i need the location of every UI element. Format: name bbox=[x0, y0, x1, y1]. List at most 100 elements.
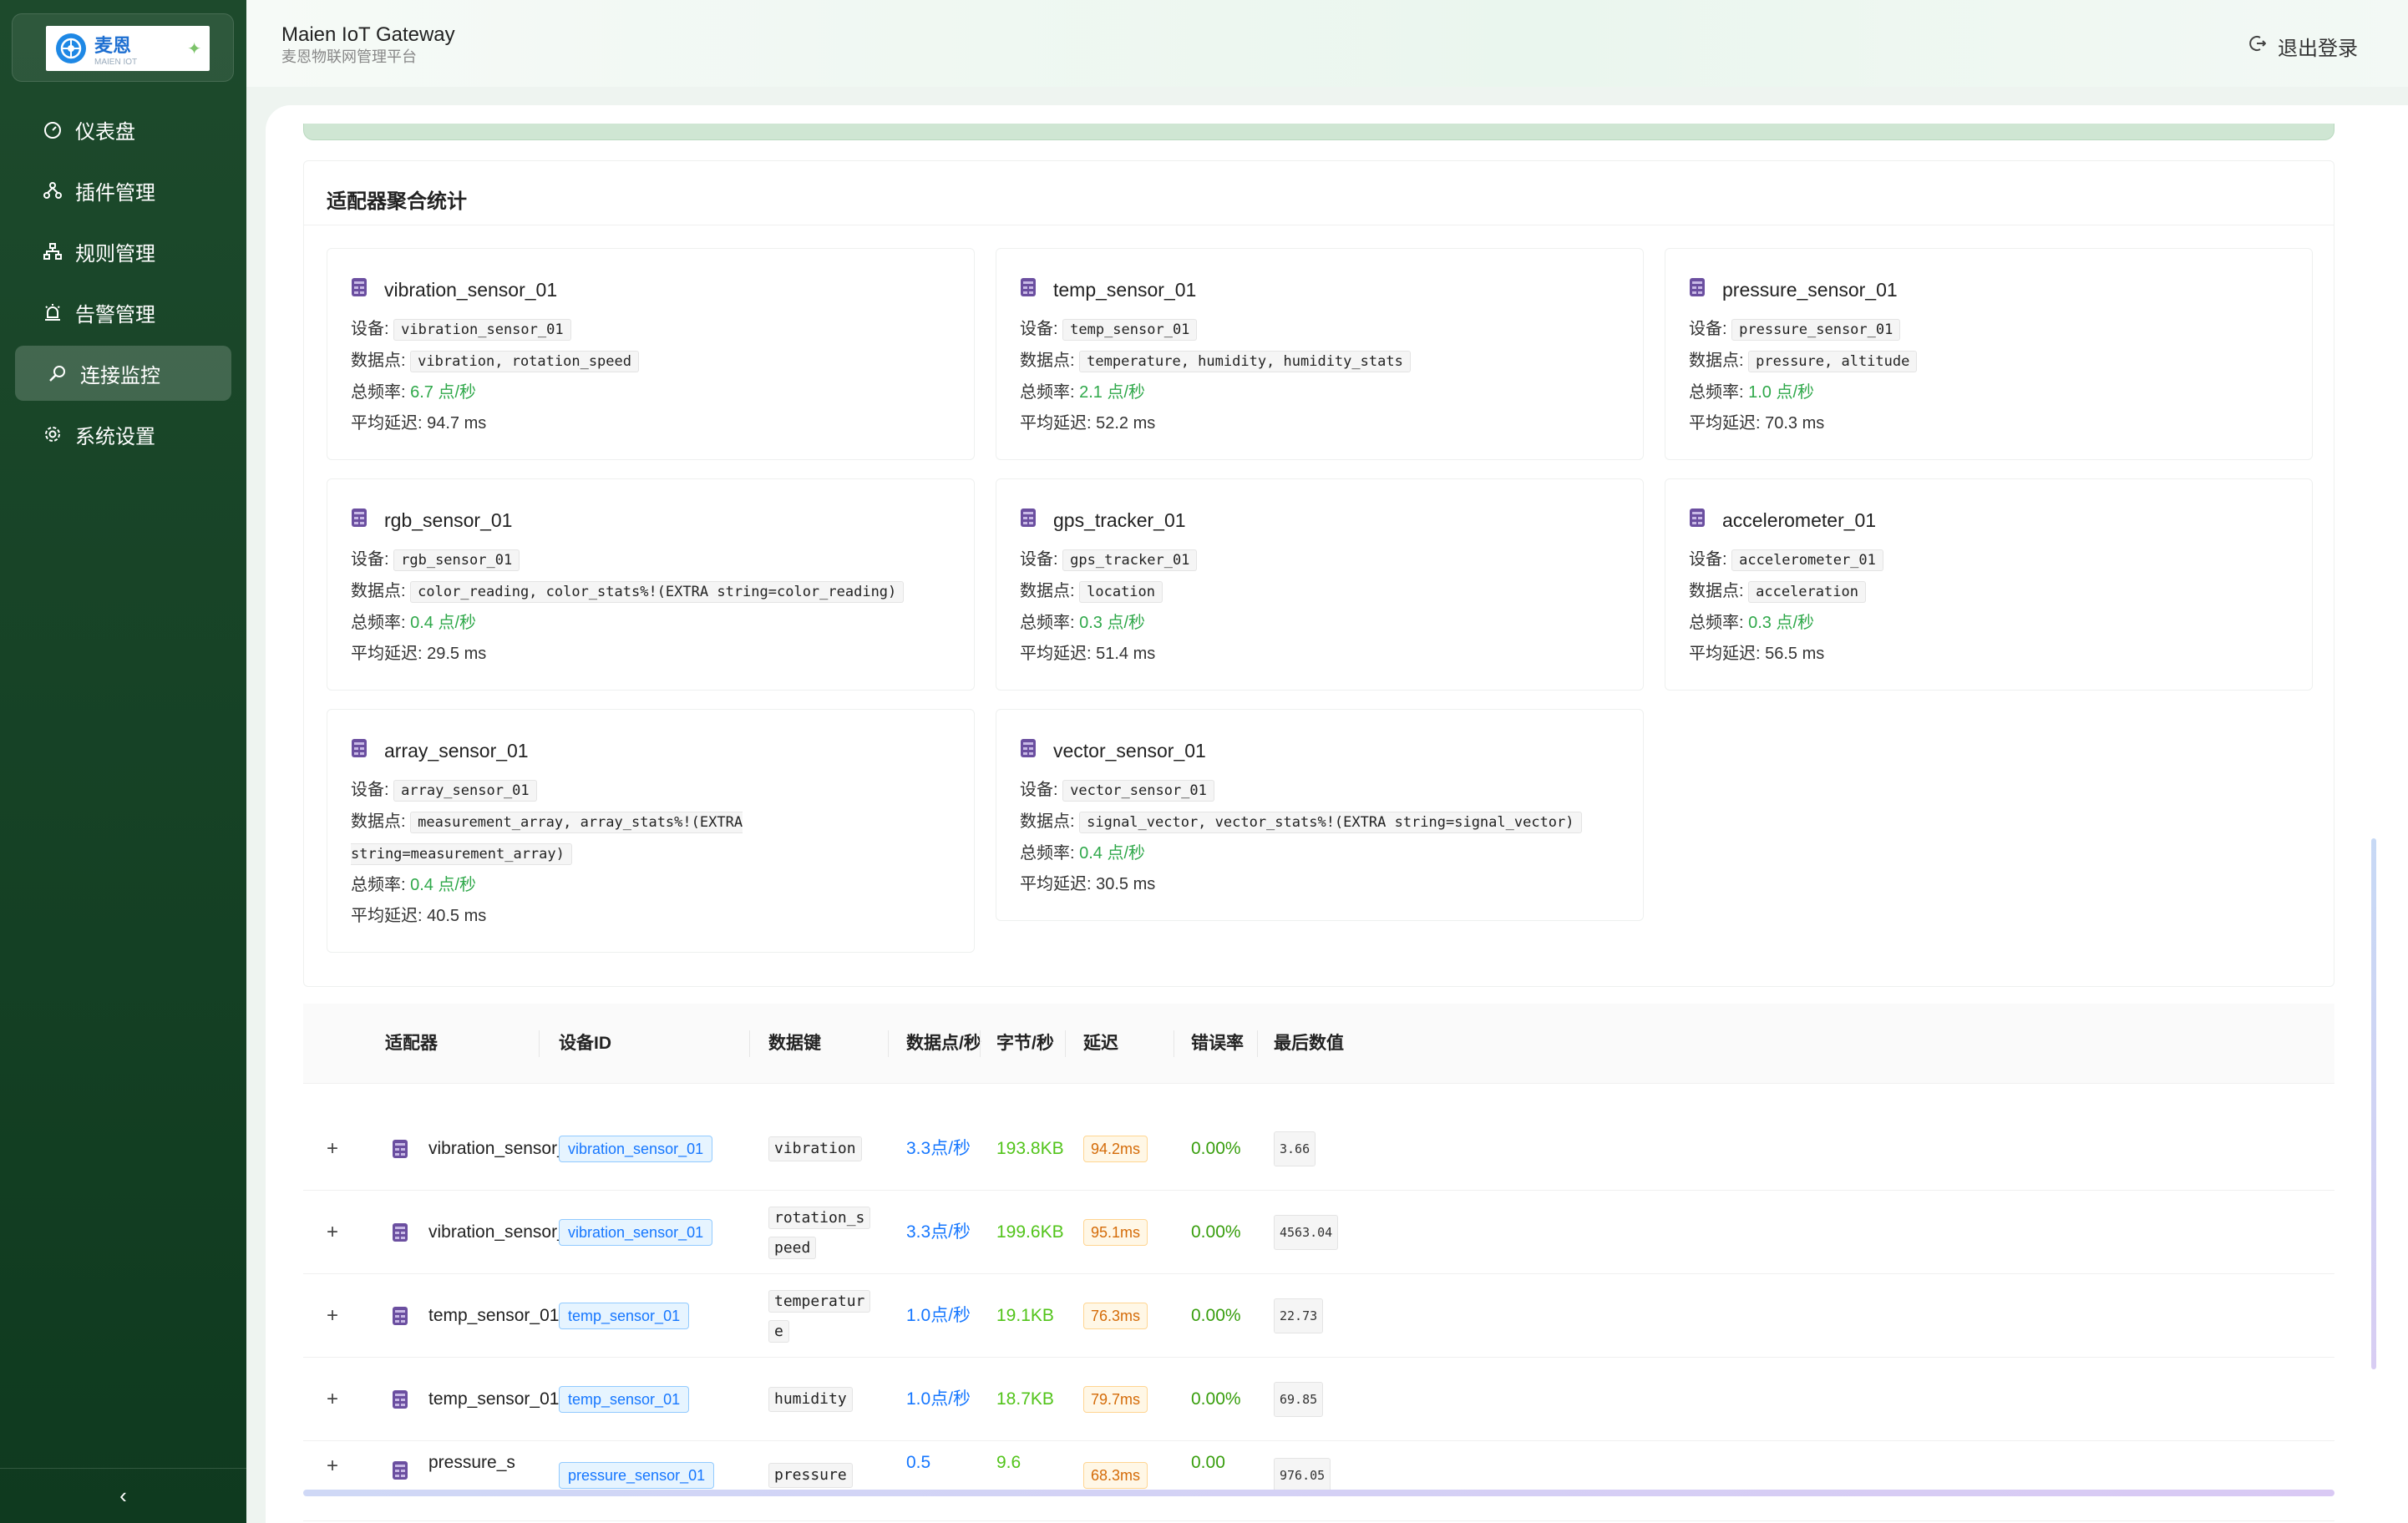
main-content: 适配器聚合统计 vibration_sensor_01 设备: vibratio… bbox=[266, 105, 2408, 1523]
error-unit: % bbox=[1224, 1389, 1241, 1409]
adapter-name: array_sensor_01 bbox=[384, 739, 529, 762]
sidebar-item-plugins[interactable]: 插件管理 bbox=[15, 163, 231, 218]
rate-value: 1.0 bbox=[906, 1306, 931, 1325]
data-key-cell: humidity bbox=[768, 1358, 853, 1441]
device-id-tag: vibration_sensor_01 bbox=[559, 1136, 713, 1162]
rule-icon bbox=[42, 240, 63, 262]
error-rate-cell: 0.00% bbox=[1191, 1274, 1241, 1358]
column-header-rate[interactable]: 数据 点/秒 bbox=[906, 1004, 981, 1084]
latency-label: 平均延迟: bbox=[1020, 875, 1092, 893]
expand-row-button[interactable]: + bbox=[327, 1358, 338, 1441]
logo-text: 麦恩 MAIEN IOT bbox=[94, 31, 137, 67]
column-separator bbox=[888, 1030, 889, 1057]
error-rate-cell: 0.00% bbox=[1191, 1107, 1241, 1191]
logout-label: 退出登录 bbox=[2278, 38, 2358, 60]
table-row[interactable]: + vibration_s ensor_01 vibration_sensor_0… bbox=[303, 1107, 2334, 1191]
device-id-tag: temp_sensor_01 bbox=[559, 1386, 690, 1413]
table-header: 适配器 设备ID 数据键 数据 点/秒 字节/秒 延迟 错误率 最后数值 bbox=[303, 1004, 2334, 1084]
column-header-error-rate[interactable]: 错误率 bbox=[1191, 1004, 1244, 1084]
latency-tag: 95.1ms bbox=[1083, 1219, 1148, 1246]
freq-label: 总频率: bbox=[1689, 383, 1744, 402]
column-header-latency[interactable]: 延迟 bbox=[1083, 1004, 1118, 1084]
sidebar-item-rules[interactable]: 规则管理 bbox=[15, 224, 231, 279]
adapter-line: vibration_s bbox=[428, 1139, 514, 1158]
last-value: 976.05 bbox=[1274, 1458, 1331, 1493]
column-separator bbox=[749, 1030, 750, 1057]
sidebar-item-label: 连接监控 bbox=[80, 364, 160, 387]
sidebar-item-connection-monitor[interactable]: 连接监控 bbox=[15, 346, 231, 401]
sidebar-item-alarms[interactable]: 告警管理 bbox=[15, 285, 231, 340]
device-code: gps_tracker_01 bbox=[1062, 549, 1198, 571]
adapter-stats-panel: 适配器聚合统计 vibration_sensor_01 设备: vibratio… bbox=[303, 160, 2334, 987]
adapter-card: array_sensor_01 设备: array_sensor_01 数据点:… bbox=[327, 709, 975, 953]
connection-table: 适配器 设备ID 数据键 数据 点/秒 字节/秒 延迟 错误率 最后数值 + vi… bbox=[303, 1004, 2334, 1521]
freq-value: 0.3 点/秒 bbox=[1748, 614, 1815, 632]
column-separator bbox=[980, 1030, 981, 1057]
column-header-adapter[interactable]: 适配器 bbox=[385, 1004, 438, 1084]
data-key-line: humidity bbox=[768, 1387, 853, 1412]
data-key-line: vibration bbox=[768, 1136, 862, 1161]
error-rate-cell: 0.00 bbox=[1191, 1446, 1225, 1480]
freq-label: 总频率: bbox=[351, 383, 406, 402]
last-value-cell: 4563.04 bbox=[1274, 1191, 1339, 1274]
device-label: 设备: bbox=[1689, 320, 1727, 338]
bytes-value: 9.6 bbox=[996, 1453, 1021, 1472]
latency-cell: 76.3ms bbox=[1083, 1274, 1148, 1358]
points-code: color_reading, color_stats%!(EXTRA strin… bbox=[410, 581, 905, 603]
device-label: 设备: bbox=[351, 781, 389, 799]
device-id-cell: temp_sensor_01 bbox=[559, 1358, 690, 1441]
points-code: pressure, altitude bbox=[1748, 351, 1918, 372]
latency-tag: 94.2ms bbox=[1083, 1136, 1148, 1162]
adapter-name: accelerometer_01 bbox=[1722, 509, 1877, 531]
sidebar-item-label: 仪表盘 bbox=[75, 120, 135, 144]
latency-label: 平均延迟: bbox=[351, 414, 423, 433]
adapter-name: pressure_sensor_01 bbox=[1722, 278, 1898, 301]
sidebar-item-dashboard[interactable]: 仪表盘 bbox=[15, 102, 231, 157]
points-label: 数据点: bbox=[1020, 812, 1075, 831]
sidebar-item-settings[interactable]: 系统设置 bbox=[15, 407, 231, 462]
rate-unit: 点/秒 bbox=[930, 1139, 971, 1158]
table-row[interactable]: + temp_sens or_01 temp_sensor_01 humidity… bbox=[303, 1358, 2334, 1441]
adapter-line: pressure_s bbox=[428, 1453, 515, 1472]
vertical-scrollbar[interactable] bbox=[2371, 838, 2376, 1369]
sensor-icon bbox=[351, 277, 368, 302]
table-row[interactable]: + pressure_s pressure_sensor_01 pressure… bbox=[303, 1441, 2334, 1521]
logo-container[interactable]: 麦恩 MAIEN IOT ✦ bbox=[12, 13, 234, 82]
table-row[interactable]: + vibration_s ensor_01 vibration_sensor_0… bbox=[303, 1191, 2334, 1274]
error-unit: % bbox=[1224, 1139, 1241, 1158]
freq-label: 总频率: bbox=[351, 614, 406, 632]
sidebar-collapse-button[interactable]: ‹ bbox=[0, 1468, 246, 1523]
latency-value: 70.3 ms bbox=[1765, 414, 1825, 433]
expand-row-button[interactable]: + bbox=[327, 1274, 338, 1358]
latency-label: 平均延迟: bbox=[351, 645, 423, 663]
column-header-data-key[interactable]: 数据键 bbox=[768, 1004, 821, 1084]
bytes-value: 193.8 bbox=[996, 1139, 1041, 1158]
expand-row-button[interactable]: + bbox=[327, 1107, 338, 1191]
sensor-icon bbox=[392, 1274, 408, 1358]
device-code: vibration_sensor_01 bbox=[393, 319, 571, 341]
column-header-bytes[interactable]: 字节/秒 bbox=[996, 1004, 1054, 1084]
column-header-device-id[interactable]: 设备ID bbox=[559, 1004, 611, 1084]
expand-row-button[interactable]: + bbox=[327, 1441, 338, 1491]
plugin-icon bbox=[42, 180, 63, 201]
monitor-icon bbox=[47, 362, 68, 384]
column-header-last-value[interactable]: 最后数值 bbox=[1274, 1004, 1344, 1084]
last-value: 22.73 bbox=[1274, 1298, 1324, 1333]
adapter-line: temp_sens bbox=[428, 1306, 515, 1325]
horizontal-scrollbar[interactable] bbox=[303, 1490, 2334, 1496]
last-value-cell: 3.66 bbox=[1274, 1107, 1316, 1191]
device-label: 设备: bbox=[351, 550, 389, 569]
data-key-cell: vibration bbox=[768, 1107, 862, 1191]
table-row[interactable]: + temp_sens or_01 temp_sensor_01 temperat… bbox=[303, 1274, 2334, 1358]
adapter-name: gps_tracker_01 bbox=[1053, 509, 1186, 531]
logo-icon bbox=[56, 33, 86, 63]
data-key-cell: rotation_s peed bbox=[768, 1191, 871, 1274]
logout-button[interactable]: 退出登录 bbox=[2248, 32, 2358, 61]
bytes-unit: KB bbox=[1040, 1222, 1064, 1242]
device-code: pressure_sensor_01 bbox=[1731, 319, 1901, 341]
app-subtitle: 麦恩物联网管理平台 bbox=[281, 48, 417, 65]
rate-cell: 3.3 点/秒 bbox=[906, 1107, 971, 1191]
device-id-tag: pressure_sensor_01 bbox=[559, 1462, 715, 1489]
expand-row-button[interactable]: + bbox=[327, 1191, 338, 1274]
device-label: 设备: bbox=[1020, 781, 1058, 799]
